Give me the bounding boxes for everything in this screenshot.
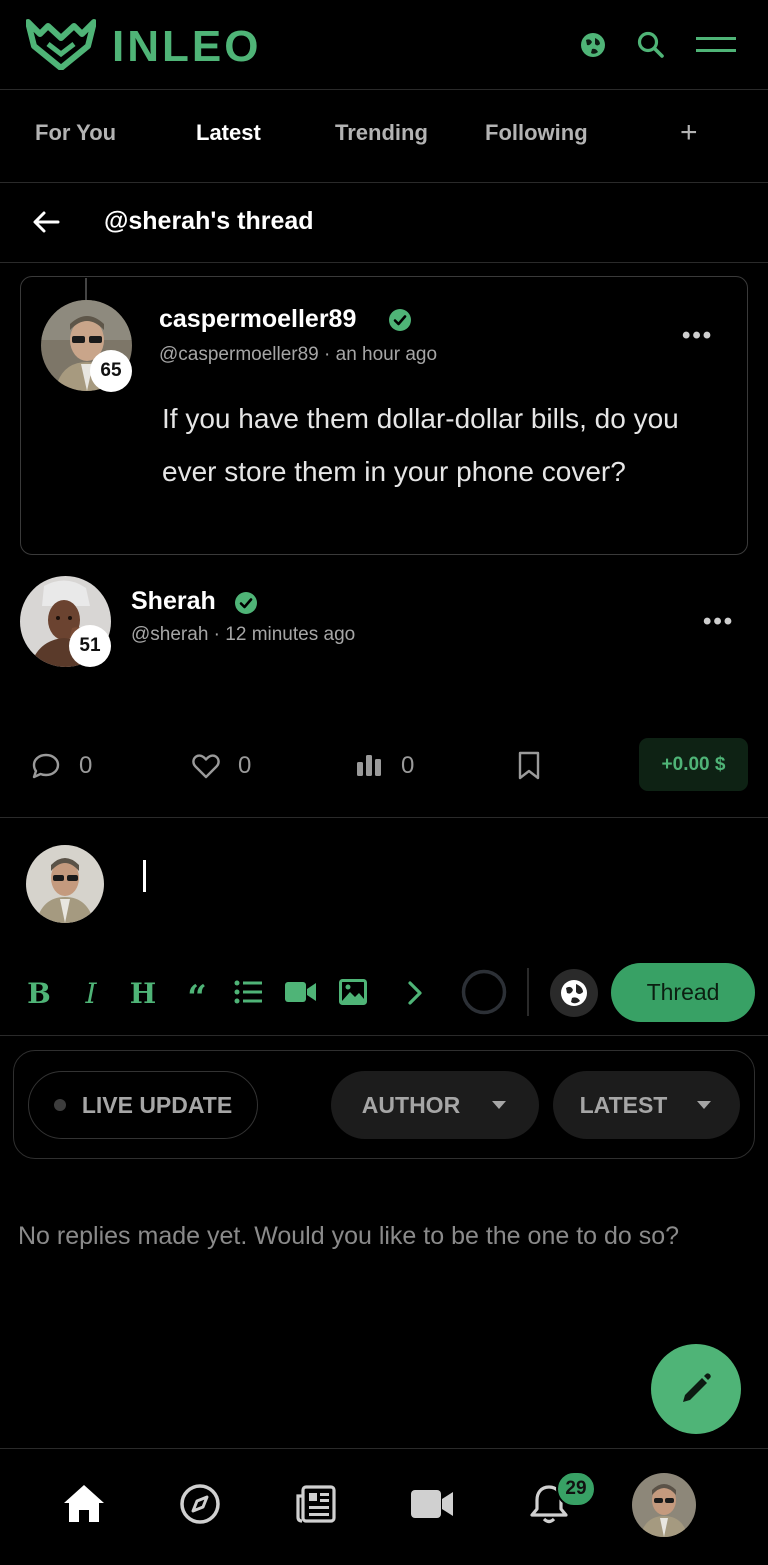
empty-replies-message: No replies made yet. Would you like to b… <box>18 1222 680 1250</box>
video-icon[interactable] <box>410 1482 454 1526</box>
thread-submit-button[interactable]: Thread <box>611 963 755 1022</box>
quote-icon[interactable]: “ <box>180 976 214 1018</box>
more-options-button[interactable]: ••• <box>703 608 734 636</box>
comment-icon[interactable] <box>31 752 61 780</box>
bookmark-icon[interactable] <box>517 751 541 780</box>
author-filter-label: AUTHOR <box>361 1091 461 1118</box>
reputation-badge: 51 <box>69 625 111 667</box>
avatar <box>26 845 104 923</box>
menu-icon[interactable] <box>696 34 736 56</box>
sort-label: LATEST <box>579 1091 668 1118</box>
app-root: INLEO For You Latest Trending Following … <box>0 0 768 1565</box>
post-meta: @caspermoeller89 · an hour ago <box>159 344 437 366</box>
tab-latest[interactable]: Latest <box>196 120 261 146</box>
views-bar-chart-icon <box>357 755 381 776</box>
inleo-logo-icon[interactable] <box>26 18 96 70</box>
tab-for-you[interactable]: For You <box>35 120 116 146</box>
heading-icon[interactable]: H <box>126 976 160 1010</box>
more-options-button[interactable]: ••• <box>682 322 713 350</box>
add-tab-button[interactable]: + <box>680 116 698 150</box>
page-title: @sherah's thread <box>104 207 314 235</box>
back-arrow-icon[interactable] <box>32 209 60 235</box>
post-body: If you have them dollar-dollar bills, do… <box>162 403 679 487</box>
divider <box>0 1035 768 1036</box>
divider <box>0 182 768 183</box>
chevron-down-icon <box>697 1101 712 1109</box>
post-time: an hour ago <box>335 344 438 365</box>
video-icon[interactable] <box>285 980 317 1004</box>
profile-avatar[interactable] <box>632 1473 696 1537</box>
globe-icon <box>561 980 587 1006</box>
earnings-button[interactable]: +0.00 $ <box>639 738 748 791</box>
post-author-name[interactable]: caspermoeller89 <box>159 305 356 334</box>
verified-check-icon <box>235 592 257 614</box>
tab-trending[interactable]: Trending <box>335 120 428 146</box>
divider <box>0 89 768 90</box>
meta-separator: · <box>213 624 226 645</box>
toolbar-divider <box>527 968 529 1016</box>
tab-following[interactable]: Following <box>485 120 588 146</box>
pencil-icon <box>683 1373 711 1402</box>
thread-connector <box>85 278 87 302</box>
divider <box>0 817 768 818</box>
image-icon[interactable] <box>339 979 367 1005</box>
post-handle[interactable]: @sherah <box>131 624 208 645</box>
verified-check-icon <box>389 309 411 331</box>
post-handle[interactable]: @caspermoeller89 <box>159 344 319 365</box>
brand-wordmark[interactable]: INLEO <box>112 22 261 72</box>
divider <box>0 1448 768 1449</box>
home-icon[interactable] <box>62 1482 106 1526</box>
reputation-badge: 65 <box>90 350 132 392</box>
chevron-down-icon <box>492 1101 507 1109</box>
post-meta: @sherah · 12 minutes ago <box>131 624 355 646</box>
meta-separator: · <box>324 344 336 365</box>
list-icon[interactable] <box>234 980 262 1004</box>
like-count: 0 <box>238 752 252 779</box>
comment-count: 0 <box>79 752 93 779</box>
live-update-label: LIVE UPDATE <box>81 1091 233 1118</box>
compose-button[interactable] <box>651 1344 741 1434</box>
italic-icon[interactable]: I <box>74 976 108 1010</box>
news-icon[interactable] <box>294 1482 338 1526</box>
community-select-button[interactable] <box>550 969 598 1017</box>
divider <box>0 262 768 263</box>
post-time: 12 minutes ago <box>225 624 356 645</box>
notification-count-badge: 29 <box>556 1471 596 1507</box>
sort-dropdown[interactable]: LATEST <box>553 1071 740 1139</box>
explore-compass-icon[interactable] <box>178 1482 222 1526</box>
author-filter-dropdown[interactable]: AUTHOR <box>331 1071 539 1139</box>
post-author-name[interactable]: Sherah <box>131 587 216 616</box>
live-status-dot <box>53 1099 66 1111</box>
search-icon[interactable] <box>636 30 666 60</box>
view-count: 0 <box>401 752 415 779</box>
reply-input[interactable] <box>135 845 745 935</box>
live-update-toggle[interactable]: LIVE UPDATE <box>28 1071 258 1139</box>
globe-icon[interactable] <box>578 30 608 60</box>
heart-icon[interactable] <box>191 752 221 780</box>
chevron-right-icon[interactable] <box>404 980 426 1006</box>
character-limit-ring <box>461 969 507 1015</box>
bold-icon[interactable]: B <box>22 976 56 1010</box>
